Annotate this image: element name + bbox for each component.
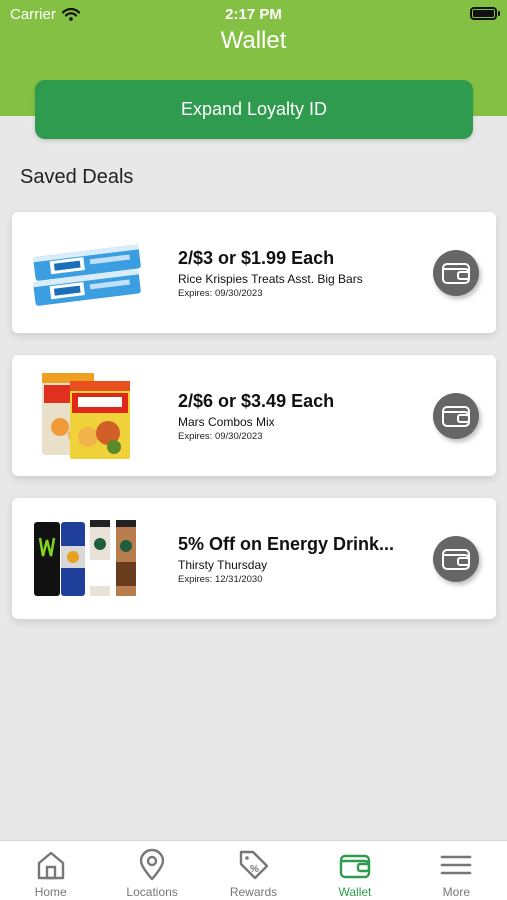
deal-title: 5% Off on Energy Drink... <box>178 534 395 554</box>
tab-home[interactable]: Home <box>0 841 101 900</box>
tab-label: Home <box>34 885 67 899</box>
tab-label: More <box>442 885 470 899</box>
saved-deals-title: Saved Deals <box>20 166 134 188</box>
tab-more[interactable]: More <box>406 841 507 900</box>
location-pin-icon <box>139 848 165 881</box>
add-to-wallet-button[interactable] <box>433 250 479 296</box>
deal-text: 5% Off on Energy Drink... Thirsty Thursd… <box>178 534 428 585</box>
deal-title: 2/$6 or $3.49 Each <box>178 391 335 411</box>
deal-description: Thirsty Thursday <box>178 558 268 572</box>
svg-text:%: % <box>250 864 259 875</box>
deal-title: 2/$3 or $1.99 Each <box>178 248 335 268</box>
expand-loyalty-id-button[interactable]: Expand Loyalty ID <box>35 80 473 139</box>
tag-percent-icon: % <box>239 850 268 880</box>
wallet-icon <box>442 406 470 427</box>
tab-label: Rewards <box>229 885 278 899</box>
tab-label: Locations <box>126 885 178 899</box>
energy-drinks-image <box>34 520 136 596</box>
deal-description: Rice Krispies Treats Asst. Big Bars <box>178 272 363 286</box>
wallet-icon <box>339 854 371 879</box>
home-icon <box>37 851 64 880</box>
deal-text: 2/$3 or $1.99 Each Rice Krispies Treats … <box>178 248 428 299</box>
tab-locations[interactable]: Locations <box>101 841 202 900</box>
status-bar: Carrier 2:17 PM <box>0 0 507 28</box>
tab-bar: Home Locations % Rewards Wallet More <box>0 840 507 900</box>
combos-bags-image <box>42 373 130 459</box>
status-time: 2:17 PM <box>225 6 282 23</box>
deal-expiration: Expires: 09/30/2023 <box>178 431 263 442</box>
deal-card[interactable]: 2/$6 or $3.49 Each Mars Combos Mix Expir… <box>12 355 496 476</box>
rice-krispies-treats-image <box>32 244 141 306</box>
menu-icon <box>441 855 472 875</box>
wallet-screen: Carrier 2:17 PM Wallet Expand Loyalty ID… <box>0 0 507 900</box>
tab-wallet[interactable]: Wallet <box>304 841 405 900</box>
tab-rewards[interactable]: % Rewards <box>203 841 304 900</box>
deal-text: 2/$6 or $3.49 Each Mars Combos Mix Expir… <box>178 391 428 442</box>
deal-expiration: Expires: 09/30/2023 <box>178 288 263 299</box>
page-title: Wallet <box>220 27 287 54</box>
add-to-wallet-button[interactable] <box>433 536 479 582</box>
wallet-icon <box>442 263 470 284</box>
deal-description: Mars Combos Mix <box>178 415 275 429</box>
battery-icon <box>470 7 497 20</box>
deal-expiration: Expires: 12/31/2030 <box>178 574 263 585</box>
battery-tip <box>498 11 500 16</box>
wallet-icon <box>442 549 470 570</box>
deal-card[interactable]: 2/$3 or $1.99 Each Rice Krispies Treats … <box>12 212 496 333</box>
deal-card[interactable]: 5% Off on Energy Drink... Thirsty Thursd… <box>12 498 496 619</box>
tab-label: Wallet <box>338 885 372 899</box>
add-to-wallet-button[interactable] <box>433 393 479 439</box>
